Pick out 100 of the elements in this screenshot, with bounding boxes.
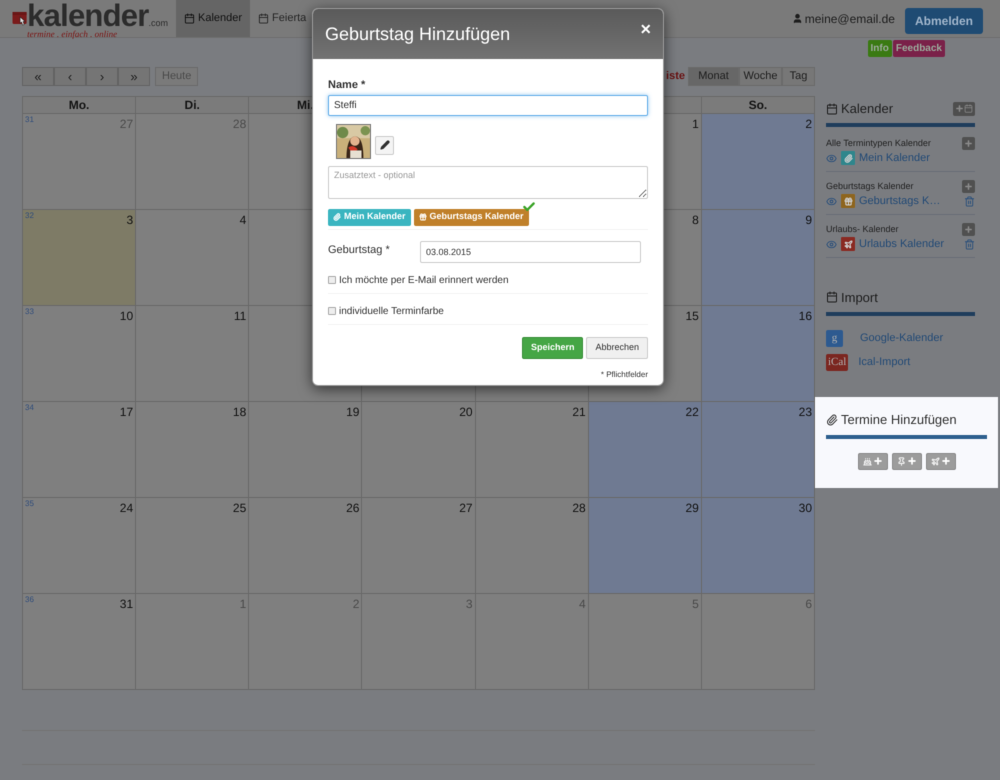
- eye-icon[interactable]: [826, 196, 837, 207]
- day-number: 2: [805, 118, 812, 130]
- user-icon: [792, 13, 803, 24]
- eye-icon[interactable]: [826, 152, 837, 164]
- trash-icon[interactable]: [964, 196, 975, 207]
- week-number: 32: [25, 212, 34, 220]
- plane-icon: [844, 240, 852, 249]
- day-number: 28: [572, 502, 586, 514]
- calendar-chip[interactable]: Geburtstags Kalender: [414, 208, 529, 226]
- import-link[interactable]: Ical-Import: [858, 354, 910, 371]
- required-note: * Pflichtfelder: [600, 370, 648, 378]
- day-cell[interactable]: 29: [588, 498, 702, 594]
- navigation-button[interactable]: ‹: [54, 67, 86, 86]
- day-cell[interactable]: 34 17: [23, 402, 136, 498]
- trash-icon[interactable]: [964, 238, 975, 250]
- import-link[interactable]: Google-Kalender: [853, 330, 944, 347]
- field-label: Name *: [328, 78, 366, 93]
- day-number: 9: [805, 214, 812, 226]
- day-cell[interactable]: 4: [136, 210, 250, 306]
- add-event-button[interactable]: [926, 452, 956, 470]
- logo-text: kalender: [27, 2, 148, 30]
- name-input[interactable]: Steffi: [328, 94, 648, 116]
- day-cell[interactable]: 33 10: [23, 306, 136, 402]
- logout-button[interactable]: Abmelden: [904, 8, 983, 34]
- day-number: 22: [685, 406, 699, 418]
- section-title: Import: [841, 288, 878, 307]
- day-cell[interactable]: 36 31: [23, 594, 136, 690]
- calendar-chip[interactable]: Mein Kalender: [328, 208, 411, 226]
- add-calendar-button[interactable]: [953, 102, 975, 116]
- week-number: 35: [25, 500, 34, 508]
- calendar-link[interactable]: Urlaubs Kalender: [859, 236, 944, 252]
- plus-icon: [940, 456, 950, 466]
- navigation-button[interactable]: »: [118, 67, 150, 86]
- day-cell[interactable]: 26: [249, 498, 362, 594]
- week-number: 34: [25, 404, 34, 412]
- add-button[interactable]: [962, 180, 975, 193]
- view-tab[interactable]: iste: [664, 67, 688, 86]
- day-cell[interactable]: 19: [249, 402, 362, 498]
- day-cell[interactable]: 27: [362, 498, 476, 594]
- pencil-icon: [380, 140, 390, 150]
- day-cell[interactable]: 11: [136, 306, 250, 402]
- day-number: 1: [692, 118, 699, 130]
- day-cell[interactable]: 16: [702, 306, 815, 402]
- add-event-button[interactable]: [858, 452, 888, 470]
- view-tab[interactable]: Monat: [688, 67, 739, 86]
- day-number: 19: [346, 406, 360, 418]
- week-number: 33: [25, 308, 34, 316]
- import-source-icon: iCal: [826, 354, 848, 371]
- day-cell[interactable]: 30: [702, 498, 815, 594]
- day-cell[interactable]: 25: [136, 498, 250, 594]
- day-number: 17: [120, 406, 134, 418]
- checkbox[interactable]: [328, 276, 336, 284]
- day-cell[interactable]: 18: [136, 402, 250, 498]
- calendar-icon: [826, 291, 838, 304]
- checkbox-label: individuelle Terminfarbe: [339, 304, 444, 318]
- label-badge[interactable]: Info: [868, 40, 892, 57]
- navigation-button[interactable]: «: [22, 67, 54, 86]
- plus-icon: [964, 224, 973, 234]
- section-title: Termine Hinzufügen: [841, 411, 957, 429]
- add-button[interactable]: [962, 136, 975, 150]
- day-cell[interactable]: 35 24: [23, 498, 136, 594]
- nav-tab[interactable]: Kalender: [176, 0, 250, 37]
- day-cell[interactable]: 21: [476, 402, 589, 498]
- add-event-button[interactable]: [892, 452, 922, 470]
- checkbox[interactable]: [328, 307, 336, 315]
- label-badge[interactable]: Feedback: [892, 40, 945, 57]
- day-cell[interactable]: 22: [588, 402, 702, 498]
- section-title: Kalender: [841, 100, 894, 118]
- add-button[interactable]: [962, 222, 975, 236]
- nav-tab[interactable]: Feierta: [250, 0, 314, 37]
- view-tab[interactable]: Tag: [782, 67, 815, 86]
- day-number: 8: [692, 214, 699, 226]
- date-input[interactable]: 03.08.2015: [420, 240, 641, 262]
- calendar-icon: [184, 13, 195, 24]
- day-cell[interactable]: 23: [702, 402, 815, 498]
- user-account[interactable]: meine@email.de: [792, 10, 895, 28]
- plus-icon: [872, 456, 882, 466]
- day-number: 30: [798, 502, 812, 514]
- close-button[interactable]: ×: [640, 20, 651, 38]
- day-number: 16: [798, 310, 812, 322]
- day-number: 31: [120, 598, 134, 610]
- edit-button[interactable]: [375, 136, 394, 154]
- note-textarea[interactable]: Zusatztext - optional: [328, 166, 648, 198]
- day-number: 20: [459, 406, 473, 418]
- day-cell[interactable]: 32 3: [23, 210, 136, 306]
- navigation-button[interactable]: ›: [86, 67, 118, 86]
- day-number: 25: [232, 502, 246, 514]
- eye-icon[interactable]: [826, 238, 837, 250]
- plus-icon: [964, 138, 973, 148]
- day-cell[interactable]: 9: [702, 210, 815, 306]
- day-cell[interactable]: 20: [362, 402, 476, 498]
- cancel-button[interactable]: Abbrechen: [586, 336, 648, 358]
- save-button[interactable]: Speichern: [522, 336, 584, 358]
- calendar-link[interactable]: Geburtstags K…: [859, 193, 940, 210]
- calendar-link[interactable]: Mein Kalender: [859, 150, 930, 166]
- day-number: 3: [126, 214, 134, 226]
- day-number: 24: [120, 502, 134, 514]
- day-cell[interactable]: 28: [476, 498, 589, 594]
- day-cell[interactable]: 2: [702, 114, 815, 210]
- view-tab[interactable]: Woche: [739, 67, 782, 86]
